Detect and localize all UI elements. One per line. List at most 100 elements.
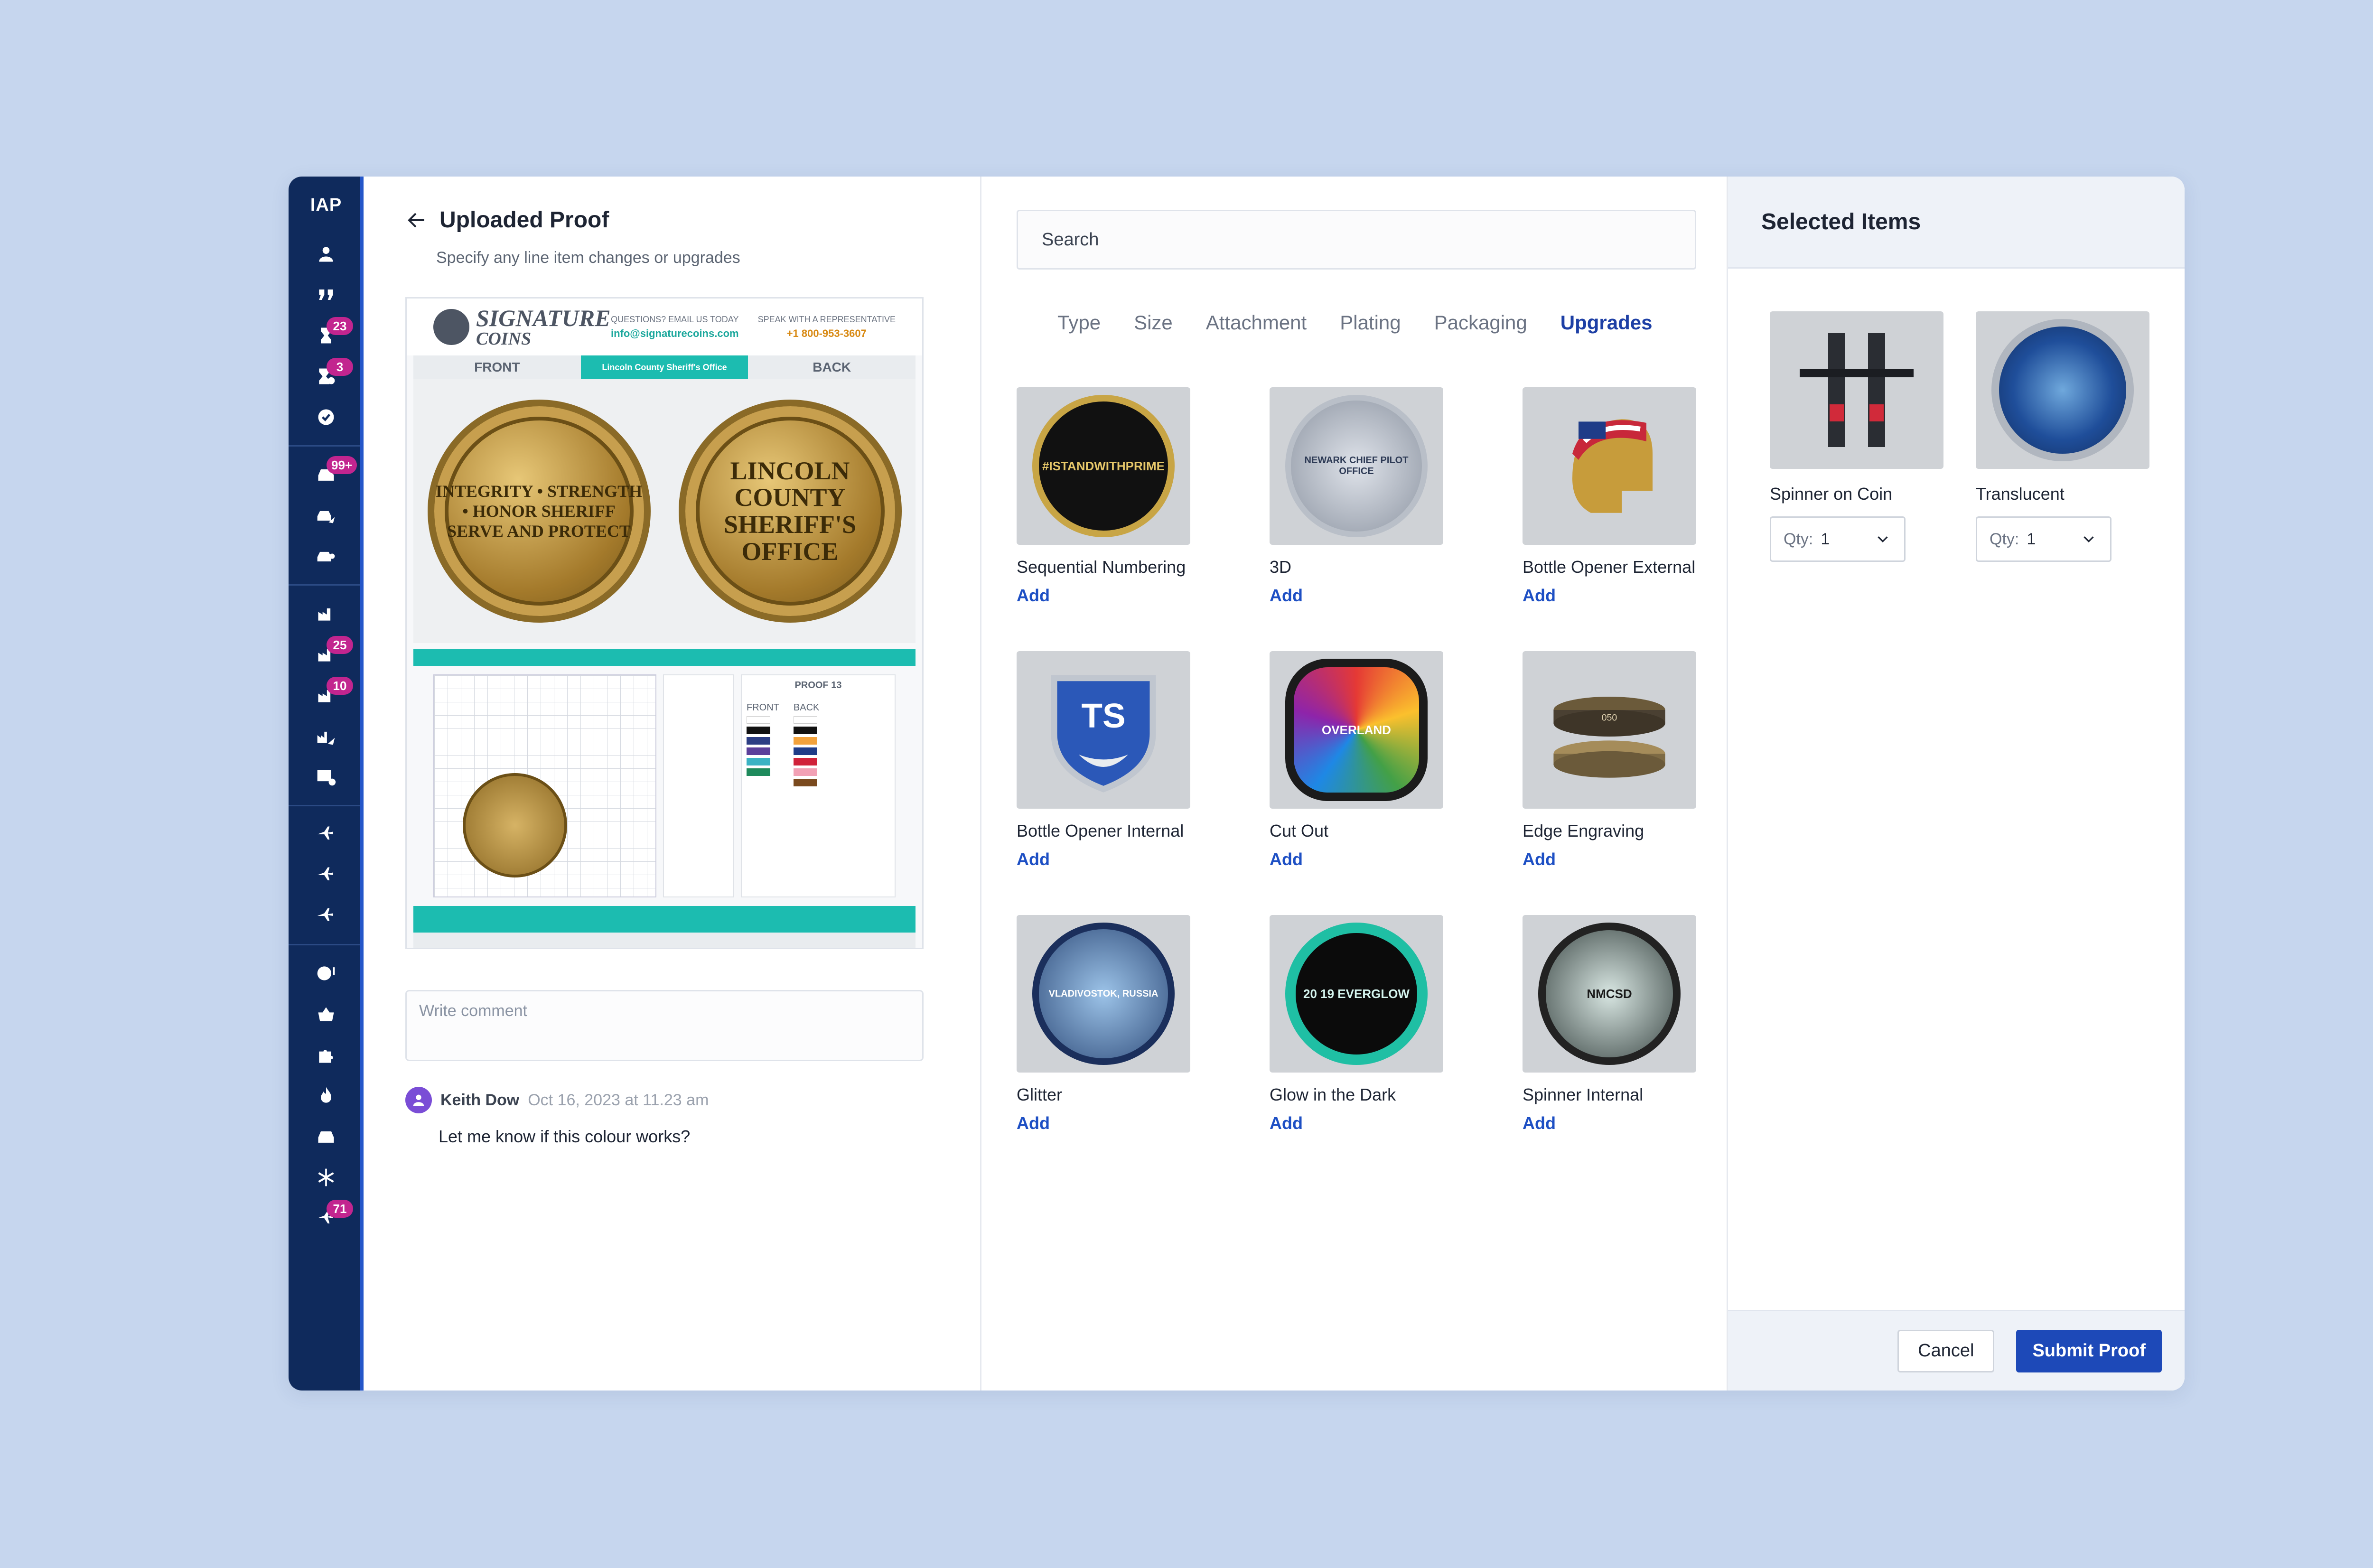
comment-input[interactable]: Write comment [405, 990, 924, 1061]
sidebar-item-inbox-sent[interactable] [289, 495, 364, 536]
comment-date: Oct 16, 2023 at 11.23 am [528, 1091, 709, 1109]
add-button[interactable]: Add [1270, 1113, 1443, 1133]
add-button[interactable]: Add [1523, 586, 1696, 606]
logo-mark-icon [433, 309, 469, 345]
tab-type[interactable]: Type [1057, 311, 1101, 334]
app-window: IAP 23 3 99+ 25 10 71 Uploaded Proof Spe… [289, 177, 2185, 1391]
add-button[interactable]: Add [1017, 586, 1190, 606]
plane-sandglass-icon [317, 826, 333, 840]
quantity-select[interactable]: Qty: 1 [1976, 516, 2111, 562]
basket-icon [318, 1007, 334, 1021]
tab-upgrades[interactable]: Upgrades [1560, 311, 1653, 334]
translucent-coin [1991, 319, 2134, 461]
chevron-down-icon [1878, 536, 1888, 542]
sidebar-item-user[interactable] [289, 233, 364, 274]
inbox-send-icon [317, 511, 335, 523]
user-icon [319, 247, 333, 262]
sidebar-item-plugins[interactable] [289, 1035, 364, 1075]
comment-author: Keith Dow [440, 1091, 520, 1109]
product-image[interactable]: NEWARK CHIEF PILOT OFFICE [1270, 387, 1443, 545]
signature-coins-logo: SIGNATURE COINS [433, 306, 610, 348]
upgrades-panel: Search Type Size Attachment Plating Pack… [981, 177, 1727, 1391]
avatar [405, 1087, 432, 1113]
product-image[interactable]: 20 19 EVERGLOW [1270, 915, 1443, 1073]
selected-item-name: Translucent [1976, 484, 2065, 504]
sidebar-item-hot[interactable] [289, 1075, 364, 1116]
proof-disclaimer [413, 933, 916, 948]
proof-image[interactable]: SIGNATURE COINS QUESTIONS? EMAIL US TODAY… [405, 297, 924, 949]
sidebar-item-alerts[interactable] [289, 953, 364, 994]
search-input[interactable]: Search [1017, 210, 1696, 270]
sidebar-item-quotes[interactable] [289, 274, 364, 315]
sidebar-item-shipping-pending[interactable] [289, 814, 364, 855]
sidebar-item-shipping-done[interactable] [289, 896, 364, 936]
tab-attachment[interactable]: Attachment [1206, 311, 1307, 334]
sidebar-item-basket[interactable] [289, 994, 364, 1035]
selected-item: Translucent Qty: 1 [1976, 311, 2149, 562]
product-image[interactable]: 050 [1523, 651, 1696, 809]
page-subtitle: Specify any line item changes or upgrade… [436, 249, 740, 267]
sidebar-item-tray[interactable] [289, 1116, 364, 1157]
add-button[interactable]: Add [1270, 586, 1443, 606]
sidebar-item-misc[interactable] [289, 1157, 364, 1198]
plane-sandglass-alt-icon [317, 867, 333, 880]
quantity-select[interactable]: Qty: 1 [1770, 516, 1906, 562]
back-coin: LINCOLN COUNTY SHERIFF'S OFFICE [678, 400, 902, 623]
sidebar-item-production-queue[interactable]: 25 [289, 634, 364, 675]
sidebar-item-images[interactable] [289, 756, 364, 797]
sidebar-item-production-shipping[interactable] [289, 716, 364, 756]
clock-alert-icon [317, 966, 335, 980]
add-button[interactable]: Add [1017, 1113, 1190, 1133]
svg-text:TS: TS [1081, 697, 1125, 735]
back-row: Uploaded Proof [405, 207, 609, 233]
comment-text: Let me know if this colour works? [439, 1127, 691, 1146]
product-name: Glitter [1017, 1085, 1063, 1104]
add-button[interactable]: Add [1017, 849, 1190, 869]
sidebar-item-production-tools[interactable]: 10 [289, 675, 364, 716]
shield-badge-icon: TS [1051, 675, 1156, 793]
selected-item: Spinner on Coin Qty: 1 [1770, 311, 1943, 562]
sidebar-item-shipping-review[interactable] [289, 855, 364, 896]
sidebar-item-flights[interactable]: 71 [289, 1198, 364, 1239]
product-image[interactable]: OVERLAND [1270, 651, 1443, 809]
product-image[interactable]: TS [1017, 651, 1190, 809]
product-name: Cut Out [1270, 821, 1329, 840]
product-card: VLADIVOSTOK, RUSSIA Glitter Add [1017, 915, 1190, 1179]
flame-icon [321, 1087, 331, 1103]
add-button[interactable]: Add [1270, 849, 1443, 869]
user-icon [413, 1094, 424, 1106]
product-image[interactable]: VLADIVOSTOK, RUSSIA [1017, 915, 1190, 1073]
proof-header: SIGNATURE COINS QUESTIONS? EMAIL US TODAY… [407, 299, 922, 355]
sidebar-item-approved[interactable] [289, 397, 364, 438]
selected-item-image[interactable] [1770, 311, 1943, 469]
tab-packaging[interactable]: Packaging [1434, 311, 1527, 334]
tab-size[interactable]: Size [1134, 311, 1173, 334]
page-title: Uploaded Proof [439, 207, 609, 233]
sidebar-item-production[interactable] [289, 593, 364, 634]
proof-footer-bar [413, 906, 916, 933]
submit-proof-button[interactable]: Submit Proof [2016, 1329, 2162, 1372]
brand-logo[interactable]: IAP [289, 177, 364, 233]
product-name: Bottle Opener External [1523, 557, 1696, 577]
tab-plating[interactable]: Plating [1340, 311, 1401, 334]
product-name: Glow in the Dark [1270, 1085, 1396, 1104]
cancel-button[interactable]: Cancel [1897, 1329, 1995, 1372]
sidebar-item-inbox-user[interactable] [289, 536, 364, 577]
add-button[interactable]: Add [1523, 849, 1696, 869]
sidebar-item-pending[interactable]: 23 [289, 315, 364, 356]
sidebar-item-pending-review[interactable]: 3 [289, 356, 364, 397]
product-card: TS Bottle Opener Internal Add [1017, 651, 1190, 915]
selected-item-image[interactable] [1976, 311, 2149, 469]
sidebar-group-1: 23 3 [289, 233, 364, 445]
sidebar-item-inbox[interactable]: 99+ [289, 454, 364, 495]
inbox-user-icon [317, 551, 335, 561]
product-image[interactable]: NMCSD [1523, 915, 1696, 1073]
tray-icon [318, 1131, 334, 1143]
product-image[interactable] [1523, 387, 1696, 545]
product-image[interactable]: #ISTANDWITHPRIME [1017, 387, 1190, 545]
arrow-left-icon[interactable] [405, 209, 428, 232]
product-name: 3D [1270, 557, 1292, 577]
add-button[interactable]: Add [1523, 1113, 1696, 1133]
quote-icon [319, 289, 333, 300]
comment-item: Keith Dow Oct 16, 2023 at 11.23 am Let m… [405, 1087, 709, 1147]
